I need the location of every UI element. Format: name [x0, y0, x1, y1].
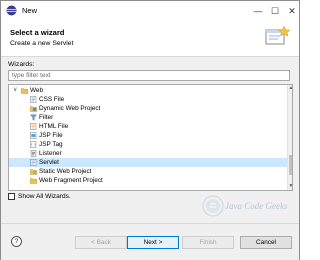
- css-file-icon: [30, 96, 37, 103]
- scroll-up-icon[interactable]: ▲: [288, 85, 292, 92]
- tree-item-dynamic-web-project[interactable]: Dynamic Web Project: [9, 104, 287, 113]
- tree-item-label: Dynamic Web Project: [39, 105, 101, 112]
- window-title: New: [22, 6, 38, 15]
- tree-item-label: Static Web Project: [39, 168, 92, 175]
- web-project-icon: [30, 106, 37, 112]
- watermark-text: Java Code Geeks: [225, 201, 288, 211]
- tree-item-label: JSP File: [39, 132, 63, 139]
- help-icon[interactable]: ?: [11, 236, 22, 247]
- wizards-label: Wizards:: [8, 61, 35, 68]
- tree-item-label: HTML File: [39, 123, 69, 130]
- tree-item-listener[interactable]: Listener: [9, 149, 287, 158]
- wizard-tree[interactable]: ∨ Web CSS File Dynamic Web Project Filte…: [8, 84, 293, 191]
- tree-item-servlet[interactable]: Servlet: [9, 158, 287, 167]
- tree-item-label: Servlet: [39, 159, 59, 166]
- java-code-geeks-logo-icon: [202, 195, 224, 217]
- new-wizard-banner-icon: [265, 25, 291, 45]
- tree-item-label: JSP Tag: [39, 141, 63, 148]
- servlet-icon: [30, 159, 37, 166]
- wizard-header: Select a wizard Create a new Servlet: [1, 21, 299, 57]
- header-description: Create a new Servlet: [10, 40, 74, 47]
- new-wizard-dialog: New — ☐ ✕ Select a wizard Create a new S…: [0, 0, 300, 260]
- fragment-project-icon: [30, 178, 37, 184]
- static-project-icon: [30, 169, 37, 175]
- scroll-down-icon[interactable]: ▼: [288, 183, 292, 190]
- eclipse-icon: [6, 5, 17, 16]
- jsp-file-icon: [30, 132, 37, 139]
- tree-item-css-file[interactable]: CSS File: [9, 95, 287, 104]
- tree-item-jsp-tag[interactable]: JSP Tag: [9, 140, 287, 149]
- close-button[interactable]: ✕: [281, 1, 303, 21]
- tree-item-label: CSS File: [39, 96, 65, 103]
- scroll-thumb[interactable]: [289, 155, 292, 175]
- header-title: Select a wizard: [10, 28, 65, 37]
- chevron-down-icon[interactable]: ∨: [13, 86, 19, 95]
- tree-item-label: Web: [30, 87, 44, 94]
- filter-icon: [30, 114, 37, 121]
- show-all-label: Show All Wizards.: [18, 193, 71, 200]
- tree-item-static-web-project[interactable]: Static Web Project: [9, 167, 287, 176]
- html-file-icon: [30, 123, 37, 130]
- tree-item-web[interactable]: ∨ Web: [9, 86, 287, 95]
- show-all-checkbox[interactable]: [8, 193, 15, 200]
- tree-item-filter[interactable]: Filter: [9, 113, 287, 122]
- watermark: Java Code Geeks: [199, 194, 289, 219]
- tree-item-label: Listener: [39, 150, 62, 157]
- listener-icon: [30, 150, 37, 157]
- tree-item-jsp-file[interactable]: JSP File: [9, 131, 287, 140]
- filter-input[interactable]: [8, 70, 290, 81]
- title-bar: New — ☐ ✕: [1, 1, 299, 21]
- tree-scrollbar[interactable]: ▲ ▼: [287, 85, 292, 190]
- tree-item-html-file[interactable]: HTML File: [9, 122, 287, 131]
- tree-item-label: Filter: [39, 114, 54, 121]
- dialog-footer: ? < Back Next > Finish Cancel: [1, 224, 299, 260]
- cancel-button[interactable]: Cancel: [240, 236, 292, 249]
- next-button[interactable]: Next >: [127, 236, 179, 249]
- finish-button[interactable]: Finish: [182, 236, 234, 249]
- jsp-tag-icon: [30, 141, 37, 148]
- tree-item-web-fragment-project[interactable]: Web Fragment Project: [9, 176, 287, 185]
- show-all-wizards[interactable]: Show All Wizards.: [8, 193, 71, 200]
- folder-icon: [21, 88, 28, 94]
- back-button[interactable]: < Back: [75, 236, 127, 249]
- tree-item-label: Web Fragment Project: [39, 177, 103, 184]
